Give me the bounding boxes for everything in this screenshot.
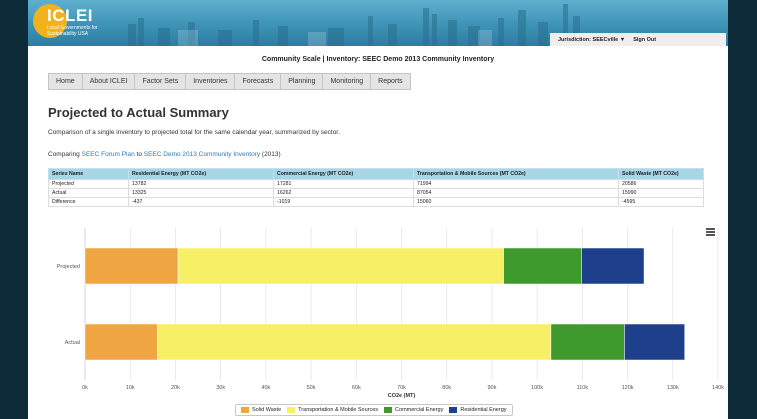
x-tick-label: 80k	[442, 385, 451, 391]
logo-name: ICLEI	[47, 6, 93, 25]
nav-tab-forecasts[interactable]: Forecasts	[234, 73, 281, 90]
bar-segment[interactable]	[581, 247, 645, 285]
jurisdiction-select[interactable]: Jurisdiction: SEECville ▼	[558, 37, 625, 43]
table-cell: Difference	[48, 197, 129, 207]
plan-link[interactable]: SEEC Forum Plan	[82, 151, 135, 158]
summary-table: Series Name Residential Energy (MT CO2e)…	[48, 168, 704, 207]
legend-swatch	[241, 407, 249, 413]
bar-segment[interactable]	[503, 247, 582, 285]
legend-label: Residential Energy	[460, 407, 507, 413]
table-row: Difference -437 -1019 15060 -4595	[48, 197, 704, 207]
table-header-row: Series Name Residential Energy (MT CO2e)…	[48, 168, 704, 180]
table-cell: 20586	[618, 179, 704, 189]
legend-item[interactable]: Residential Energy	[449, 407, 507, 413]
y-category-label: Actual	[65, 340, 80, 346]
chart-menu-icon[interactable]	[706, 228, 715, 236]
legend-label: Transportation & Mobile Sources	[298, 407, 379, 413]
column-header: Commercial Energy (MT CO2e)	[273, 168, 414, 180]
table-cell: 15990	[618, 188, 704, 198]
legend-item[interactable]: Solid Waste	[241, 407, 281, 413]
table-cell: 71994	[413, 179, 619, 189]
context-title: Community Scale | Inventory: SEEC Demo 2…	[261, 56, 495, 63]
table-cell: Projected	[48, 179, 129, 189]
legend-item[interactable]: Transportation & Mobile Sources	[287, 407, 378, 413]
table-cell: 16262	[273, 188, 414, 198]
page-title: Projected to Actual Summary	[48, 105, 229, 120]
bar-segment[interactable]	[84, 247, 179, 285]
table-cell: 17281	[273, 179, 414, 189]
x-tick-label: 140k	[712, 385, 724, 391]
x-tick-label: 130k	[667, 385, 679, 391]
x-tick-label: 110k	[577, 385, 589, 391]
header-banner: ICLEI Local Governments for Sustainabili…	[28, 0, 728, 46]
x-tick-label: 100k	[531, 385, 543, 391]
x-tick-label: 120k	[622, 385, 634, 391]
stacked-bar-chart: 0k 10k 20k 30k 40k 50k 60k 70k 80k 90k 100k 110k 120…	[57, 228, 724, 399]
logo-subtitle: Local Governments for Sustainability USA	[47, 25, 98, 37]
table-row: Actual 13325 16262 87054 15990	[48, 188, 704, 198]
x-axis-title: CO2e (MT)	[388, 393, 416, 399]
table-cell: -4595	[618, 197, 704, 207]
x-tick-label: 30k	[216, 385, 225, 391]
legend-swatch	[287, 407, 296, 413]
x-tick-label: 10k	[126, 385, 135, 391]
column-header: Transportation & Mobile Sources (MT CO2e…	[413, 168, 619, 180]
y-category-label: Projected	[57, 264, 80, 270]
legend-swatch	[384, 407, 393, 413]
nav-tab-inventories[interactable]: Inventories	[185, 73, 235, 90]
legend-label: Commercial Energy	[395, 407, 444, 413]
bar-segment[interactable]	[624, 323, 685, 361]
chart-legend: Solid Waste Transportation & Mobile Sourc…	[235, 404, 513, 416]
nav-tab-about[interactable]: About ICLEI	[81, 73, 135, 90]
iclei-logo[interactable]: ICLEI Local Governments for Sustainabili…	[33, 4, 99, 42]
comparing-to: to	[136, 151, 142, 158]
table-cell: -437	[128, 197, 274, 207]
legend-label: Solid Waste	[252, 407, 282, 413]
x-tick-label: 20k	[171, 385, 180, 391]
column-header: Residential Energy (MT CO2e)	[128, 168, 274, 180]
page-description: Comparison of a single inventory to proj…	[48, 129, 340, 136]
table-cell: Actual	[48, 188, 129, 198]
comparing-line: Comparing SEEC Forum Plan to SEEC Demo 2…	[48, 151, 281, 158]
x-tick-label: 70k	[397, 385, 406, 391]
nav-tab-reports[interactable]: Reports	[370, 73, 411, 90]
main-nav: Home About ICLEI Factor Sets Inventories…	[48, 73, 411, 90]
legend-item[interactable]: Commercial Energy	[384, 407, 443, 413]
x-tick-label: 90k	[487, 385, 496, 391]
table-cell: 13782	[128, 179, 274, 189]
jurisdiction-bar: Jurisdiction: SEECville ▼ Sign Out	[550, 33, 726, 46]
comparing-year: (2013)	[261, 151, 281, 158]
x-tick-label: 0k	[82, 385, 88, 391]
table-cell: 13325	[128, 188, 274, 198]
legend-swatch	[449, 407, 458, 413]
inventory-link[interactable]: SEEC Demo 2013 Community Inventory	[144, 151, 260, 158]
nav-tab-planning[interactable]: Planning	[280, 73, 323, 90]
table-cell: -1019	[273, 197, 414, 207]
nav-tab-home[interactable]: Home	[48, 73, 82, 90]
column-header: Solid Waste (MT CO2e)	[618, 168, 704, 180]
table-cell: 15060	[413, 197, 619, 207]
bar-segment[interactable]	[84, 323, 158, 361]
comparing-prefix: Comparing	[48, 151, 80, 158]
bar-segment[interactable]	[177, 247, 504, 285]
nav-tab-factor-sets[interactable]: Factor Sets	[134, 73, 186, 90]
x-tick-label: 60k	[352, 385, 361, 391]
nav-tab-monitoring[interactable]: Monitoring	[322, 73, 371, 90]
app-frame: ICLEI Local Governments for Sustainabili…	[28, 0, 728, 419]
bar-segment[interactable]	[157, 323, 552, 361]
column-header: Series Name	[48, 168, 129, 180]
sign-out-link[interactable]: Sign Out	[633, 37, 656, 43]
table-row: Projected 13782 17281 71994 20586	[48, 179, 704, 189]
bar-segment[interactable]	[550, 323, 625, 361]
x-tick-label: 40k	[261, 385, 270, 391]
x-tick-label: 50k	[307, 385, 316, 391]
table-cell: 87054	[413, 188, 619, 198]
